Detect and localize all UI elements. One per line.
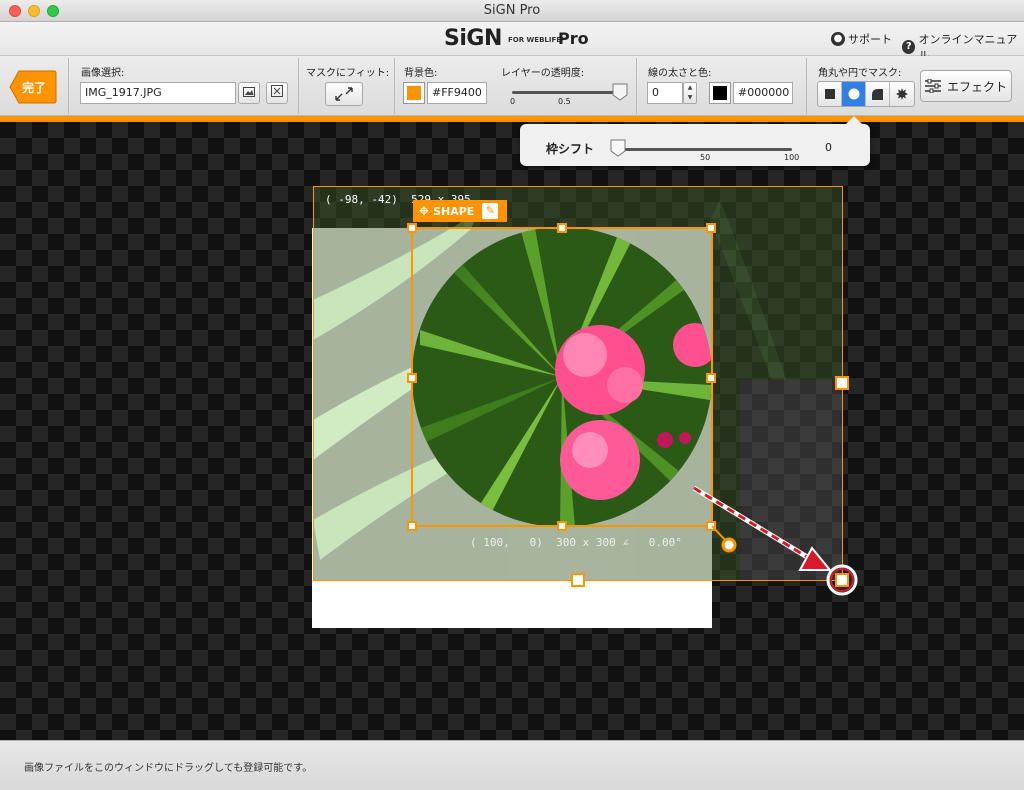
question-icon: ?: [902, 40, 916, 54]
stroke-width-field[interactable]: 0: [647, 82, 683, 104]
bg-color-field[interactable]: #FF9400: [427, 82, 487, 104]
divider: [298, 58, 299, 114]
frame-shift-label: 枠シフト: [546, 142, 595, 156]
frame-shift-slider-track[interactable]: [616, 148, 792, 151]
status-text: 画像ファイルをこのウィンドウにドラッグしても登録可能です。: [24, 763, 313, 774]
bg-color-chip: [407, 86, 421, 100]
support-link[interactable]: ● サポート: [831, 31, 892, 47]
person-icon: ●: [831, 32, 845, 46]
frame-shift-slider-knob[interactable]: [610, 139, 626, 157]
stroke-color-field[interactable]: #000000: [733, 82, 793, 104]
clear-icon: [271, 85, 283, 97]
bg-color-label: 背景色:: [404, 68, 438, 79]
circle-icon: [848, 88, 859, 100]
frame-shift-popover: 枠シフト 50 100 0: [520, 116, 870, 166]
status-bar: 画像ファイルをこのウィンドウにドラッグしても登録可能です。: [0, 740, 1024, 790]
opacity-mid-tick: 0.5: [558, 97, 571, 106]
mask-circle-button[interactable]: [842, 82, 866, 106]
image-file-field[interactable]: IMG_1917.JPG: [80, 82, 236, 104]
image-select-label: 画像選択:: [81, 68, 125, 79]
divider: [68, 58, 69, 114]
effect-button[interactable]: エフェクト: [920, 70, 1012, 102]
stroke-color-chip: [713, 86, 727, 100]
edit-pencil-icon[interactable]: ✎: [482, 203, 499, 219]
mask-label: 角丸や円でマスク:: [818, 68, 902, 79]
stroke-color-swatch[interactable]: [709, 82, 731, 104]
title-bar: SiGN Pro: [0, 0, 1024, 22]
zoom-window-button[interactable]: [47, 5, 59, 17]
brand-bar: SiGN FOR WEBLIFE* Pro ● サポート ? オンラインマニュア…: [0, 22, 1024, 62]
shape-tab[interactable]: ✥ SHAPE ✎: [413, 200, 507, 222]
support-label: サポート: [848, 33, 892, 46]
effect-label: エフェクト: [946, 79, 1007, 94]
app-logo: SiGN: [444, 26, 502, 51]
app-logo-pro: Pro: [558, 29, 589, 48]
frame-shift-mid-tick: 50: [700, 153, 711, 162]
divider: [636, 58, 637, 114]
mask-square-button[interactable]: [818, 82, 842, 106]
opacity-slider-track[interactable]: [512, 91, 620, 94]
done-button[interactable]: 完了: [9, 70, 57, 104]
opacity-slider-knob[interactable]: [612, 83, 628, 101]
mask-rounded-corner-button[interactable]: [866, 82, 890, 106]
image-browse-button[interactable]: [238, 82, 260, 104]
frame-shift-value: 0: [825, 141, 832, 154]
fit-to-mask-button[interactable]: [325, 82, 363, 106]
fit-label: マスクにフィット:: [306, 68, 390, 79]
opacity-min-tick: 0: [510, 97, 516, 106]
image-icon: [243, 87, 255, 97]
expand-icon: [335, 87, 353, 101]
shape-tab-label: SHAPE: [433, 204, 475, 218]
stroke-width-stepper[interactable]: ▲ ▼: [683, 82, 697, 104]
stroke-label: 線の太さと色:: [648, 68, 712, 79]
canvas-area[interactable]: ( -98, -42) 529 x 395 ✥ SHAPE ✎ ( 100, 0…: [0, 122, 1024, 740]
window-title: SiGN Pro: [483, 3, 541, 18]
close-window-button[interactable]: [9, 5, 21, 17]
divider: [806, 58, 807, 114]
square-icon: [824, 89, 835, 99]
shape-info-label: ( 100, 0) 300 x 300 ∠ 0.00°: [470, 536, 682, 549]
minimize-window-button[interactable]: [28, 5, 40, 17]
sliders-icon: [924, 79, 941, 93]
bg-color-swatch[interactable]: [403, 82, 425, 104]
done-label: 完了: [22, 81, 47, 95]
app-logo-sub: FOR WEBLIFE*: [508, 36, 565, 44]
editing-stage: [312, 186, 858, 628]
mask-shape-group: [817, 81, 915, 107]
frame-shift-max-tick: 100: [784, 153, 800, 162]
starburst-icon: [895, 88, 908, 100]
opacity-label: レイヤーの透明度:: [501, 68, 585, 79]
mask-starburst-button[interactable]: [890, 82, 914, 106]
move-icon: ✥: [419, 204, 430, 218]
rounded-corner-icon: [872, 88, 883, 100]
divider: [394, 58, 395, 114]
image-clear-button[interactable]: [266, 82, 288, 104]
